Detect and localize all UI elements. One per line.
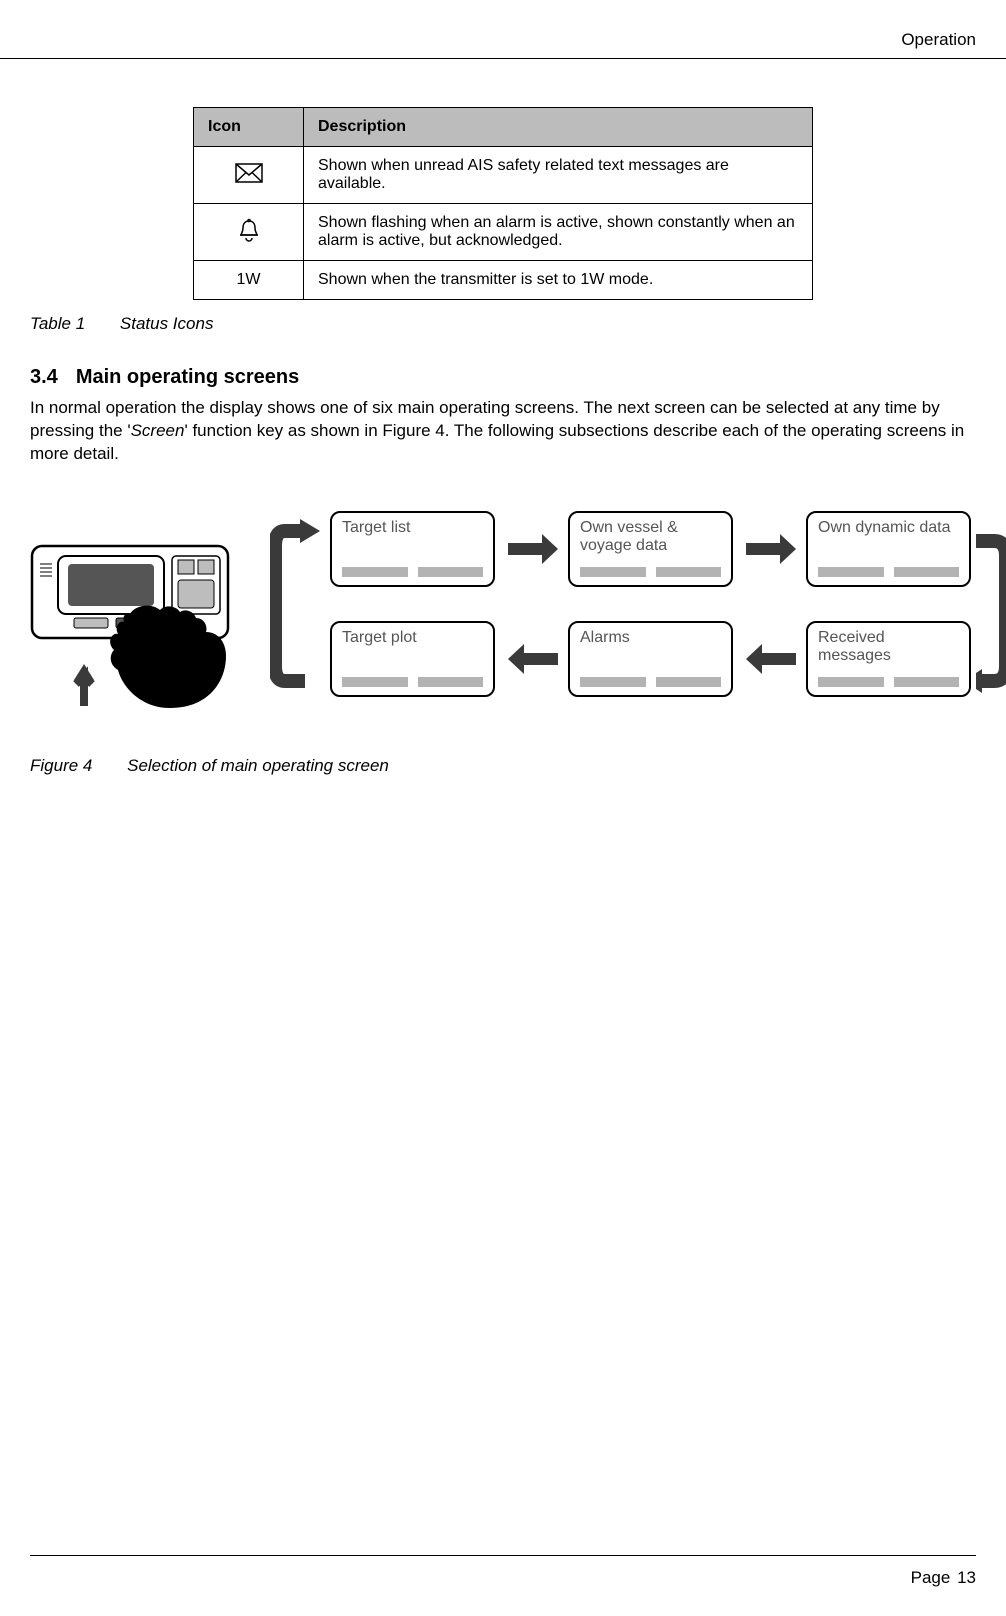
- table-caption-text: Status Icons: [120, 314, 214, 333]
- table-header-icon: Icon: [194, 108, 304, 147]
- figure-caption-prefix: Figure 4: [30, 756, 92, 775]
- screen-card-alarms: Alarms: [568, 621, 733, 697]
- bell-icon: [194, 204, 304, 261]
- table-row: Shown flashing when an alarm is active, …: [194, 204, 813, 261]
- table-caption-prefix: Table 1: [30, 314, 85, 333]
- envelope-icon: [194, 147, 304, 204]
- device-illustration: [30, 536, 245, 716]
- page-header: Operation: [0, 30, 1006, 59]
- table-caption: Table 1 Status Icons: [30, 314, 1006, 334]
- table-row: Shown when unread AIS safety related tex…: [194, 147, 813, 204]
- screen-selection-diagram: Target list Own vessel & voyage data Own…: [30, 506, 976, 726]
- arrow-right-icon: [508, 534, 558, 564]
- table-cell-description: Shown flashing when an alarm is active, …: [304, 204, 813, 261]
- screen-card-target-plot: Target plot: [330, 621, 495, 697]
- arrow-left-icon: [508, 644, 558, 674]
- screen-card-target-list: Target list: [330, 511, 495, 587]
- section-heading: 3.4 Main operating screens: [0, 366, 1006, 389]
- table-cell-description: Shown when the transmitter is set to 1W …: [304, 261, 813, 300]
- cycle-arrow-icon: [270, 516, 320, 696]
- figure-caption: Figure 4 Selection of main operating scr…: [30, 756, 1006, 776]
- section-title: Main operating screens: [76, 366, 299, 388]
- header-section-name: Operation: [901, 30, 976, 49]
- footer-rule: [30, 1555, 976, 1556]
- table-cell-description: Shown when unread AIS safety related tex…: [304, 147, 813, 204]
- arrow-right-icon: [746, 534, 796, 564]
- status-icons-table: Icon Description Shown when unread AIS s…: [193, 107, 813, 300]
- screen-card-own-dynamic: Own dynamic data: [806, 511, 971, 587]
- screen-card-own-vessel: Own vessel & voyage data: [568, 511, 733, 587]
- figure-caption-text: Selection of main operating screen: [127, 756, 389, 775]
- section-paragraph: In normal operation the display shows on…: [30, 397, 976, 466]
- cycle-arrow-icon: [976, 516, 1006, 696]
- table-row: 1W Shown when the transmitter is set to …: [194, 261, 813, 300]
- page-number: Page 13: [911, 1568, 976, 1588]
- table-header-description: Description: [304, 108, 813, 147]
- screen-card-received-messages: Received messages: [806, 621, 971, 697]
- transmitter-1w-icon: 1W: [194, 261, 304, 300]
- arrow-left-icon: [746, 644, 796, 674]
- section-number: 3.4: [30, 366, 58, 388]
